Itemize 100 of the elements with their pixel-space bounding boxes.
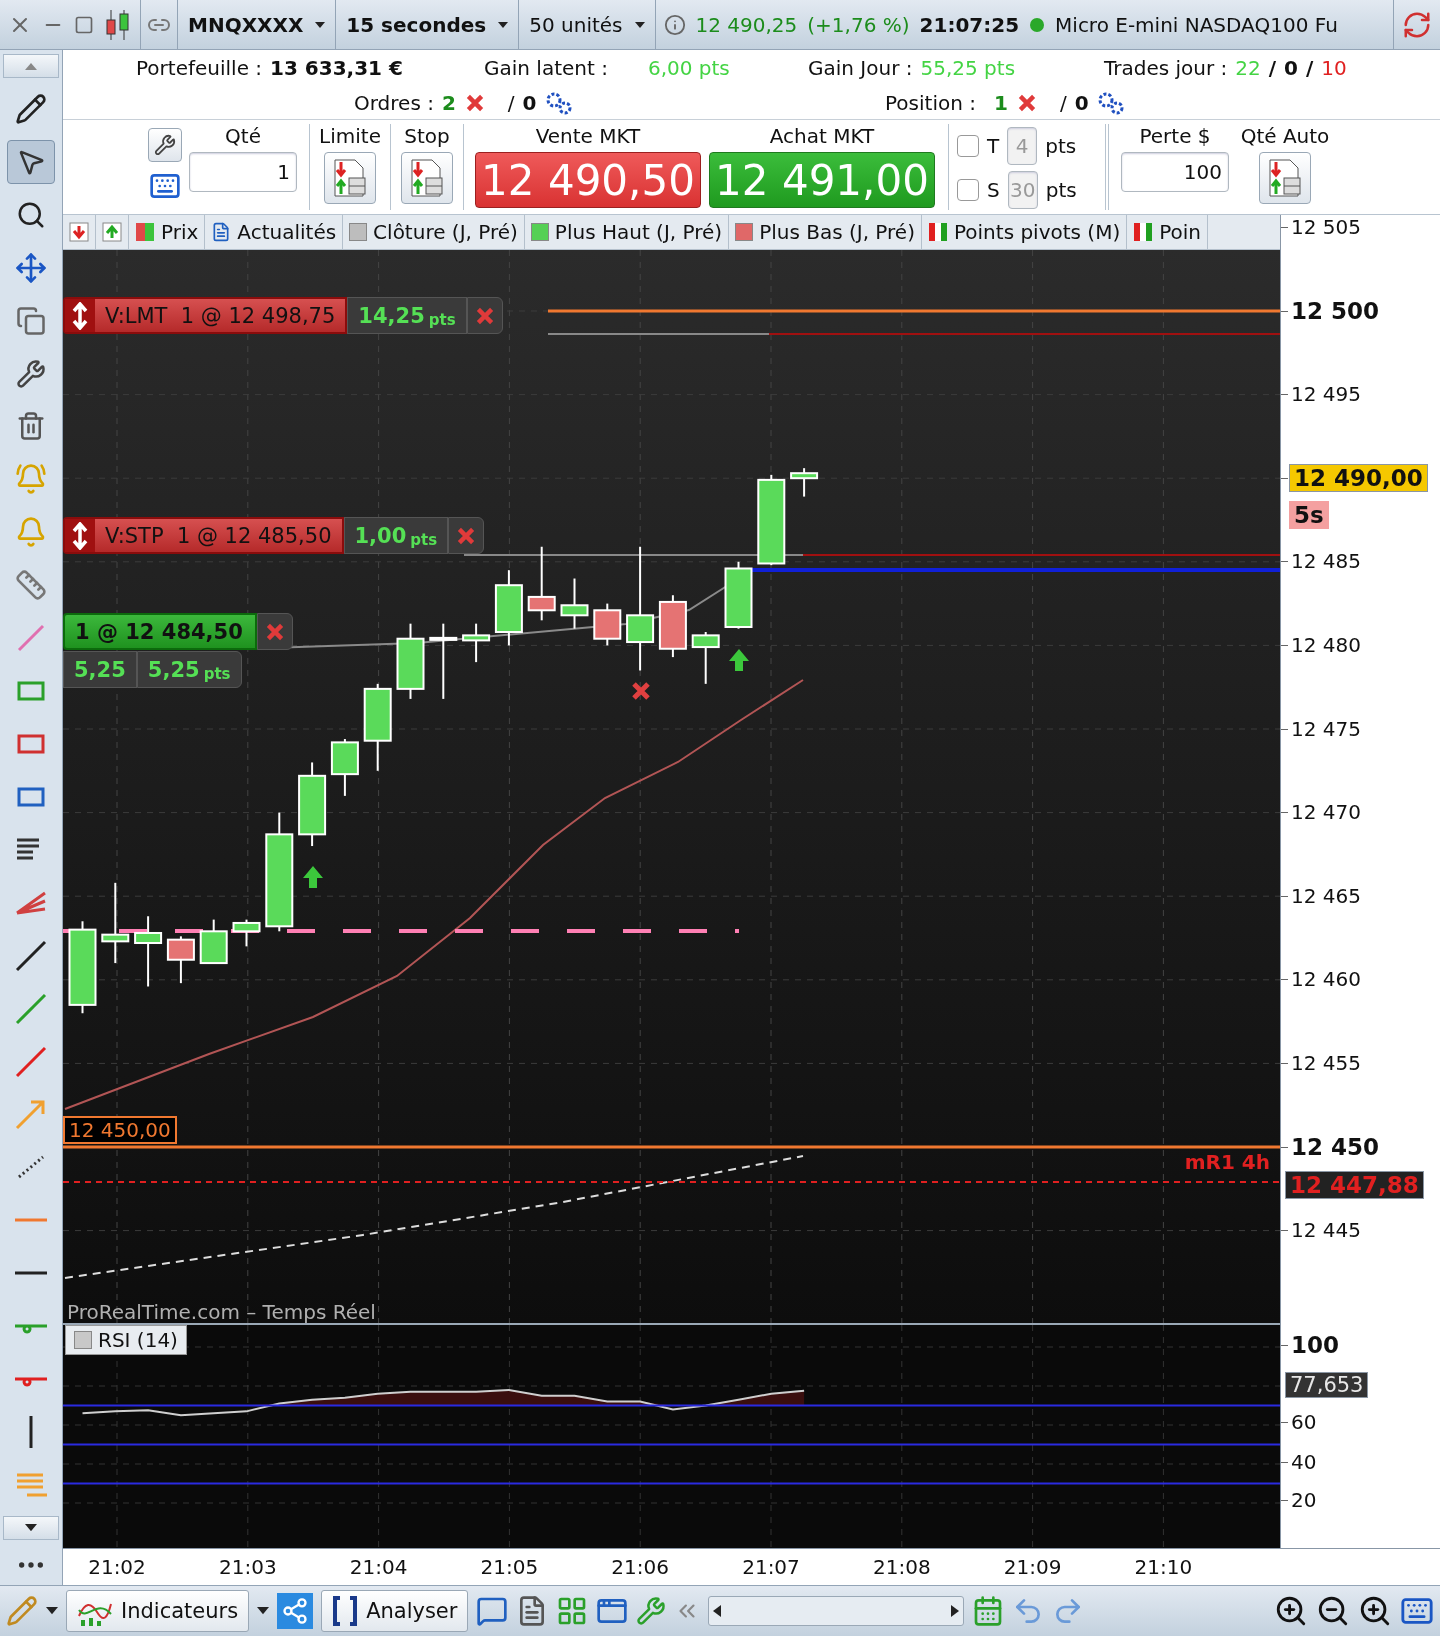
up-arrow-icon — [729, 649, 749, 671]
price-tick: 12 470 — [1291, 800, 1361, 825]
rsi-tick: 20 — [1291, 1488, 1317, 1512]
tool-icon[interactable] — [636, 1596, 667, 1626]
price-tick: 12 495 — [1291, 382, 1361, 407]
legend-item[interactable]: Clôture (J, Pré) — [343, 215, 525, 249]
bearish-candle — [593, 602, 622, 647]
latent-gain-label: Gain latent : — [484, 55, 608, 80]
units-dropdown[interactable]: 50 unités — [519, 0, 655, 49]
price-swatch-icon — [135, 222, 155, 242]
bullish-candle — [691, 631, 720, 685]
period-dropdown[interactable]: 15 secondes — [336, 0, 519, 49]
ruler-icon[interactable] — [15, 569, 47, 602]
bullish-candle — [330, 738, 359, 797]
rsi-value-tag: 77,653 — [1285, 1372, 1369, 1398]
bullish-candle — [462, 622, 491, 664]
order-label: V:STP 1 @ 12 485,50 — [105, 523, 332, 548]
caret-up-icon — [25, 62, 37, 70]
position-count: 1 — [993, 90, 1008, 115]
time-tick: 21:06 — [611, 1555, 669, 1579]
latent-gain-value: 6,00 pts — [647, 55, 730, 80]
time-tick: 21:04 — [349, 1555, 408, 1579]
rsi-tick: 100 — [1291, 1332, 1339, 1358]
chat-icon[interactable] — [476, 1595, 509, 1627]
status-dot-icon — [1029, 16, 1046, 33]
indicators-button[interactable]: Indicateurs — [66, 1590, 250, 1632]
legend-item[interactable]: Plus Haut (J, Pré) — [524, 215, 730, 249]
zoom-in-icon[interactable] — [1358, 1594, 1392, 1628]
cancel-order-button[interactable] — [466, 297, 503, 334]
up-arrow-icon — [303, 866, 323, 888]
tool-slot[interactable] — [7, 139, 55, 184]
stop-label: Stop — [404, 124, 450, 148]
stop-order-button[interactable] — [401, 152, 453, 204]
info-icon[interactable] — [663, 13, 686, 36]
timer-tag: 5s — [1289, 501, 1329, 529]
bullish-candle — [232, 918, 261, 948]
share-icon[interactable] — [277, 1593, 314, 1629]
pivot-swatch-icon — [1133, 222, 1154, 242]
legend-label: Plus Haut (J, Pré) — [554, 220, 723, 244]
caret-icon — [498, 21, 509, 28]
limit-order-button[interactable] — [324, 152, 376, 204]
legend-label: Actualités — [237, 220, 337, 244]
points-unit: pts — [1045, 134, 1077, 158]
legend-item[interactable]: Actualités — [205, 215, 344, 249]
horizontal-scrollbar[interactable] — [708, 1596, 965, 1626]
tools-icon[interactable] — [16, 358, 46, 389]
bracket-icon — [332, 1596, 359, 1626]
copy-icon[interactable] — [16, 305, 46, 336]
rsi-tick: 40 — [1291, 1450, 1317, 1474]
scroll-down-button[interactable] — [3, 1515, 59, 1540]
cross-icon — [631, 681, 651, 701]
quantity-label: Qté — [225, 124, 261, 148]
price-change: (+1,76 %) — [807, 12, 910, 37]
quantity-field[interactable]: 1 — [189, 152, 297, 192]
move-icon[interactable] — [15, 251, 47, 284]
maximize-icon[interactable] — [74, 14, 94, 35]
drag-handle[interactable] — [65, 299, 95, 332]
separator-text: / — [507, 90, 515, 115]
loss-field[interactable]: 100 — [1121, 152, 1229, 192]
position-gain: 5,25 — [63, 651, 137, 688]
time-tick: 21:07 — [742, 1555, 800, 1579]
trash-icon[interactable] — [16, 411, 46, 442]
symbol-dropdown[interactable]: MNQXXXX — [178, 0, 336, 49]
scroll-up-button[interactable] — [3, 54, 59, 78]
legend-item[interactable]: Points pivots (M) — [921, 215, 1128, 249]
orders-count: 2 — [441, 90, 456, 115]
legend-item[interactable]: Prix — [129, 215, 206, 249]
pencil-icon[interactable] — [15, 92, 47, 125]
portfolio-label: Portefeuille : — [136, 55, 263, 80]
caret-icon — [315, 21, 326, 28]
up-down-arrow-icon[interactable] — [72, 521, 88, 550]
drawing-tools-icon[interactable] — [6, 1595, 38, 1627]
points-field: 4 — [1007, 127, 1038, 165]
auto-quantity-button[interactable] — [1259, 152, 1311, 204]
last-price: 12 490,25 — [695, 12, 798, 37]
analyze-button[interactable]: Analyser — [321, 1590, 469, 1632]
candlestick-icon[interactable] — [104, 7, 132, 42]
close-position-button[interactable] — [256, 613, 293, 650]
upload-icon — [102, 222, 122, 242]
caret-icon — [634, 21, 645, 28]
last-price-tag: 12 490,00 — [1289, 463, 1428, 492]
pending-orders: 0 — [522, 90, 537, 115]
zoom-out-icon[interactable] — [1316, 1594, 1350, 1628]
cancel-order-button[interactable] — [448, 517, 485, 554]
auto-quantity-label: Qté Auto — [1240, 124, 1330, 148]
up-down-arrow-icon[interactable] — [72, 301, 88, 330]
indicator-label: RSI (14) — [65, 1325, 187, 1355]
drag-handle[interactable] — [65, 519, 95, 552]
sell-market-button[interactable]: 12 490,50 — [475, 152, 701, 208]
bearish-candle — [658, 594, 687, 659]
day-gain-label: Gain Jour : — [808, 55, 913, 80]
price-tick: 12 450 — [1291, 1133, 1380, 1160]
quote-time: 21:07:25 — [919, 12, 1020, 37]
price-tick: 12 485 — [1291, 549, 1361, 574]
pivot-swatch-icon — [927, 222, 948, 242]
legend-item[interactable]: Plus Bas (J, Pré) — [729, 215, 922, 249]
position-label: 1 @ 12 484,50 — [75, 619, 243, 644]
settings-button[interactable] — [148, 128, 182, 162]
legend-item[interactable]: Poin — [1127, 215, 1209, 249]
bullish-candle — [560, 577, 589, 630]
